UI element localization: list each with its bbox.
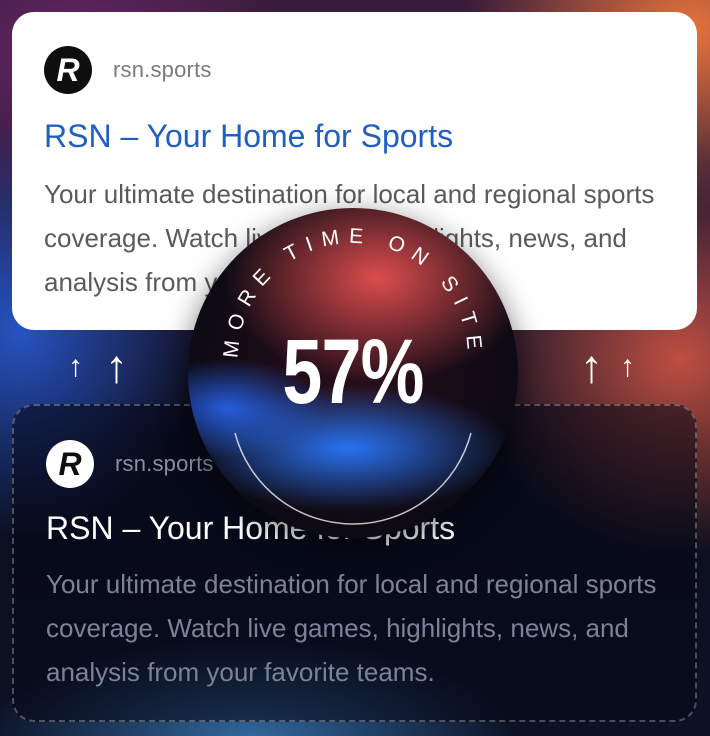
result-description: Your ultimate destination for local and … [46, 569, 657, 687]
site-row: R rsn.sports [44, 46, 212, 94]
rsn-logo-icon: R [44, 46, 92, 94]
svg-text:R: R [58, 446, 81, 482]
badge-arc-line [234, 432, 472, 525]
up-arrow-icon: ↑ [68, 350, 83, 383]
badge-percentage: 57% [282, 321, 424, 423]
stat-badge: MORE TIME ON SITE 57% [188, 208, 518, 538]
site-domain: rsn.sports [113, 57, 212, 82]
up-arrow-icon: ↑ [105, 340, 128, 392]
up-arrow-icon: ↑ [620, 350, 635, 383]
rsn-logo-icon: R [46, 440, 94, 488]
up-arrow-icon: ↑ [580, 340, 603, 392]
result-title-link[interactable]: RSN – Your Home for Sports [44, 118, 453, 155]
svg-text:R: R [56, 52, 79, 88]
